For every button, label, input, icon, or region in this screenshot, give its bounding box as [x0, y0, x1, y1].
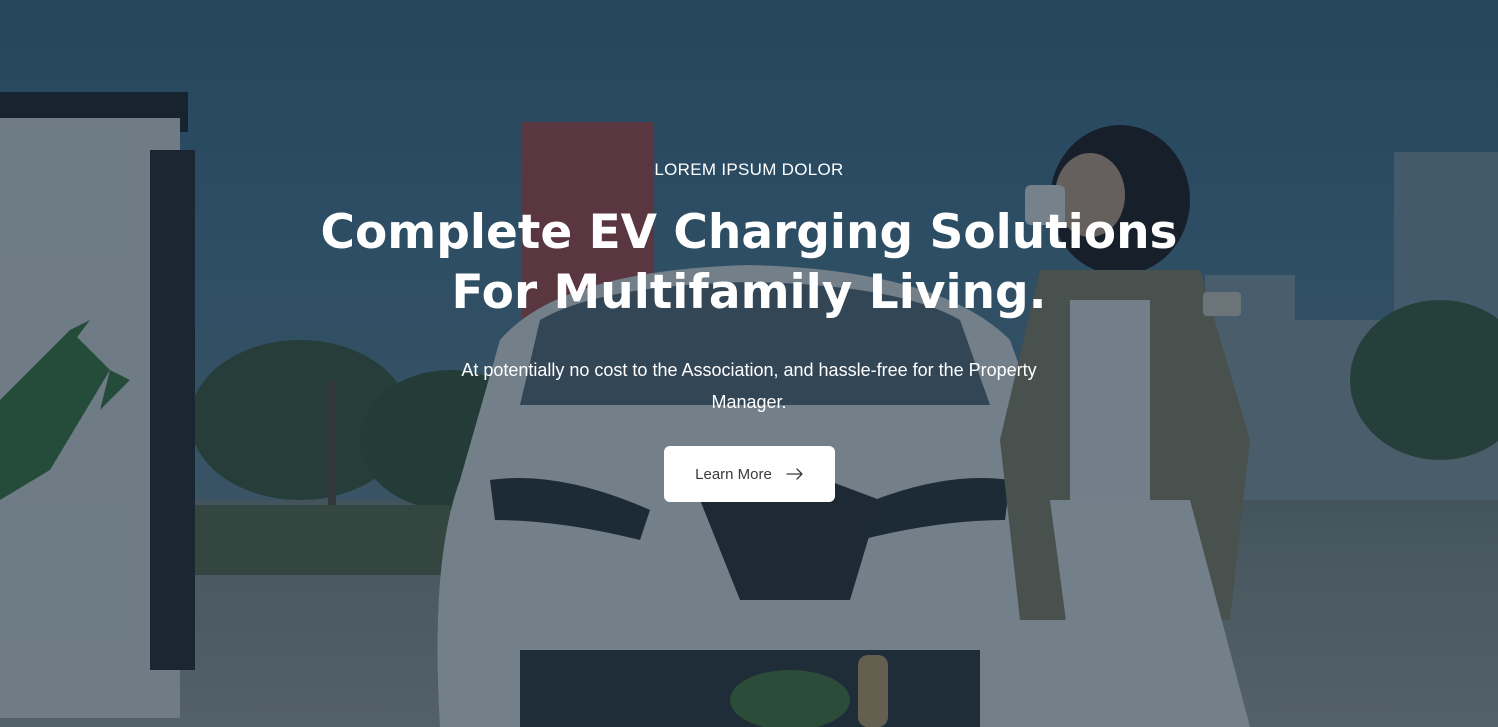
hero-subtext: At potentially no cost to the Associatio… — [461, 360, 1037, 412]
learn-more-button[interactable]: Learn More — [664, 446, 835, 502]
hero-eyebrow: LOREM IPSUM DOLOR — [654, 160, 844, 179]
hero-section: LOREM IPSUM DOLOR Complete EV Charging S… — [0, 0, 1498, 727]
arrow-right-icon — [786, 468, 804, 480]
learn-more-label: Learn More — [695, 465, 772, 483]
hero-headline: Complete EV Charging Solutions For Multi… — [249, 203, 1249, 323]
hero-headline-line1: Complete EV Charging Solutions — [320, 205, 1178, 260]
hero-headline-line2: For Multifamily Living. — [451, 265, 1047, 320]
